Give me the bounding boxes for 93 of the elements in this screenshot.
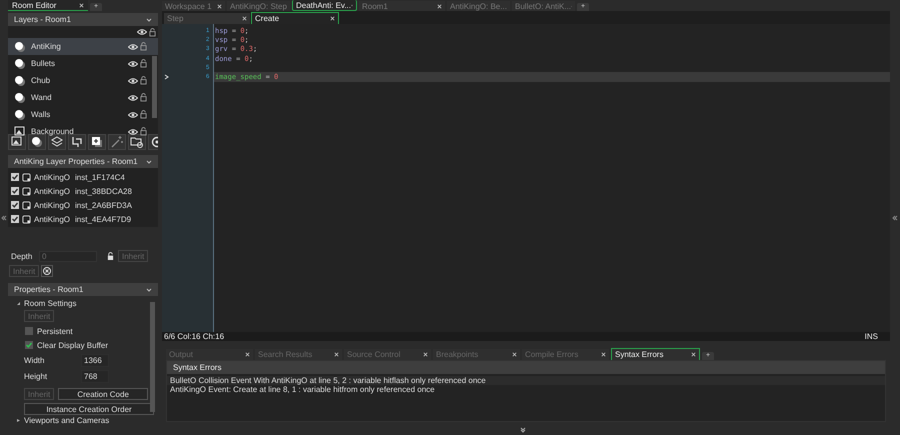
- option-label: Clear Display Buffer: [37, 340, 108, 350]
- add-layer-icon[interactable]: [88, 134, 106, 150]
- chevron-down-icon[interactable]: [146, 18, 152, 22]
- cursor-position: 6/6 Col:16 Ch:16: [164, 332, 224, 341]
- lock-icon[interactable]: [140, 127, 147, 136]
- collapse-icon[interactable]: [1, 214, 7, 220]
- scrollbar[interactable]: [150, 302, 155, 412]
- instance-id: inst_1F174C4: [75, 172, 125, 182]
- chevron-down-icon[interactable]: [146, 160, 152, 164]
- viewports-section[interactable]: Viewports and Cameras: [11, 415, 148, 425]
- layer-item[interactable]: Background: [8, 123, 158, 140]
- collapse-icon[interactable]: [892, 214, 898, 220]
- layer-name: Wand: [31, 93, 53, 102]
- lock-icon[interactable]: [149, 28, 156, 36]
- number-field[interactable]: 1366: [81, 354, 109, 366]
- field-label: Width: [24, 356, 46, 364]
- properties-header[interactable]: Properties - Room1: [8, 283, 158, 296]
- lock-icon[interactable]: [107, 252, 114, 260]
- field-label: Height: [24, 372, 48, 380]
- event-tab[interactable]: Create: [251, 12, 339, 24]
- object-name: AntiKingO: [34, 214, 70, 224]
- instance-layer-icon: [14, 108, 26, 120]
- layer-name: AntiKing: [31, 42, 62, 51]
- object-icon: [22, 200, 31, 210]
- error-message[interactable]: BulletO Collision Event With AntiKingO at line 5, 2 : variable hitflash only referenced once: [167, 376, 885, 385]
- checkbox[interactable]: [25, 341, 33, 349]
- instance-id: inst_2A6BFD3A: [75, 200, 132, 210]
- layer-item[interactable]: Bullets: [8, 55, 158, 72]
- checkbox[interactable]: [11, 187, 19, 195]
- option-label: Persistent: [37, 326, 73, 336]
- eye-icon[interactable]: [137, 29, 147, 35]
- insert-mode: INS: [864, 332, 878, 341]
- instance-layer-icon: [14, 40, 26, 52]
- clear-icon[interactable]: [41, 265, 54, 277]
- expand-triangle-icon[interactable]: [17, 418, 20, 422]
- lock-icon[interactable]: [140, 76, 147, 85]
- lock-icon[interactable]: [140, 93, 147, 102]
- add-tile-layer-icon[interactable]: [68, 134, 86, 150]
- magic-wand-icon[interactable]: [108, 134, 126, 150]
- object-icon: [22, 172, 31, 182]
- number-field[interactable]: 768: [81, 370, 109, 382]
- collapse-triangle-icon[interactable]: [17, 302, 20, 305]
- depth-field[interactable]: 0: [39, 250, 97, 262]
- eye-icon[interactable]: [128, 60, 138, 66]
- checkbox[interactable]: [11, 173, 19, 181]
- layer-name: Walls: [31, 110, 52, 119]
- eye-icon[interactable]: [128, 94, 138, 100]
- depth-label: Depth: [11, 252, 34, 260]
- room-settings-section[interactable]: Room Settings: [11, 298, 148, 309]
- eye-icon[interactable]: [128, 112, 138, 118]
- layer-name: Background: [31, 127, 75, 136]
- instance-layer-icon: [14, 58, 26, 70]
- expand-icon[interactable]: [520, 427, 526, 433]
- eye-icon[interactable]: [128, 128, 138, 134]
- checkbox[interactable]: [25, 327, 33, 335]
- folder-settings-icon[interactable]: [128, 134, 146, 150]
- creation-code-button[interactable]: Creation Code: [58, 388, 148, 400]
- layer-name: Bullets: [31, 59, 56, 68]
- error-message[interactable]: AntiKingO Event: Create at line 8, 1 : variable hitfrom only referenced once: [167, 385, 885, 394]
- instance-layer-icon: [14, 74, 26, 86]
- add-instance-layer-icon[interactable]: [28, 134, 46, 150]
- image-icon: [14, 126, 26, 138]
- instance-layer-icon: [14, 92, 26, 104]
- layer-item[interactable]: AntiKing: [8, 38, 158, 55]
- object-name: AntiKingO: [34, 172, 70, 182]
- object-name: AntiKingO: [34, 200, 70, 210]
- lock-icon[interactable]: [140, 59, 147, 68]
- object-icon: [22, 214, 31, 224]
- room-editor-tab[interactable]: Room Editor: [8, 0, 88, 11]
- object-icon: [22, 186, 31, 196]
- add-asset-layer-icon[interactable]: [48, 134, 66, 150]
- layer-name: Chub: [31, 76, 52, 85]
- scrollbar[interactable]: [152, 56, 157, 118]
- checkbox[interactable]: [11, 215, 19, 223]
- add-background-layer-icon[interactable]: [8, 134, 26, 150]
- checkbox[interactable]: [11, 201, 19, 209]
- layer-item[interactable]: Chub: [8, 72, 158, 89]
- lock-icon[interactable]: [140, 110, 147, 119]
- eye-icon[interactable]: [128, 44, 138, 50]
- editor-tab[interactable]: DeathAnti: Ev...: [292, 0, 357, 11]
- syntax-errors-header: Syntax Errors: [167, 361, 885, 374]
- instance-id: inst_4EA4F7D9: [75, 214, 132, 224]
- instance-creation-order-button[interactable]: Instance Creation Order: [24, 403, 154, 415]
- instance-id: inst_38BDCA28: [75, 186, 132, 196]
- layer-item[interactable]: Wand: [8, 89, 158, 106]
- object-name: AntiKingO: [34, 186, 70, 196]
- eye-icon[interactable]: [128, 78, 138, 84]
- layer-item[interactable]: Walls: [8, 106, 158, 123]
- output-tab[interactable]: Syntax Errors: [611, 348, 700, 360]
- layers-header[interactable]: Layers - Room1: [8, 13, 158, 26]
- chevron-down-icon[interactable]: [146, 288, 152, 292]
- current-line-icon: [164, 74, 169, 80]
- layer-properties-header[interactable]: AntiKing Layer Properties - Room1: [8, 155, 158, 168]
